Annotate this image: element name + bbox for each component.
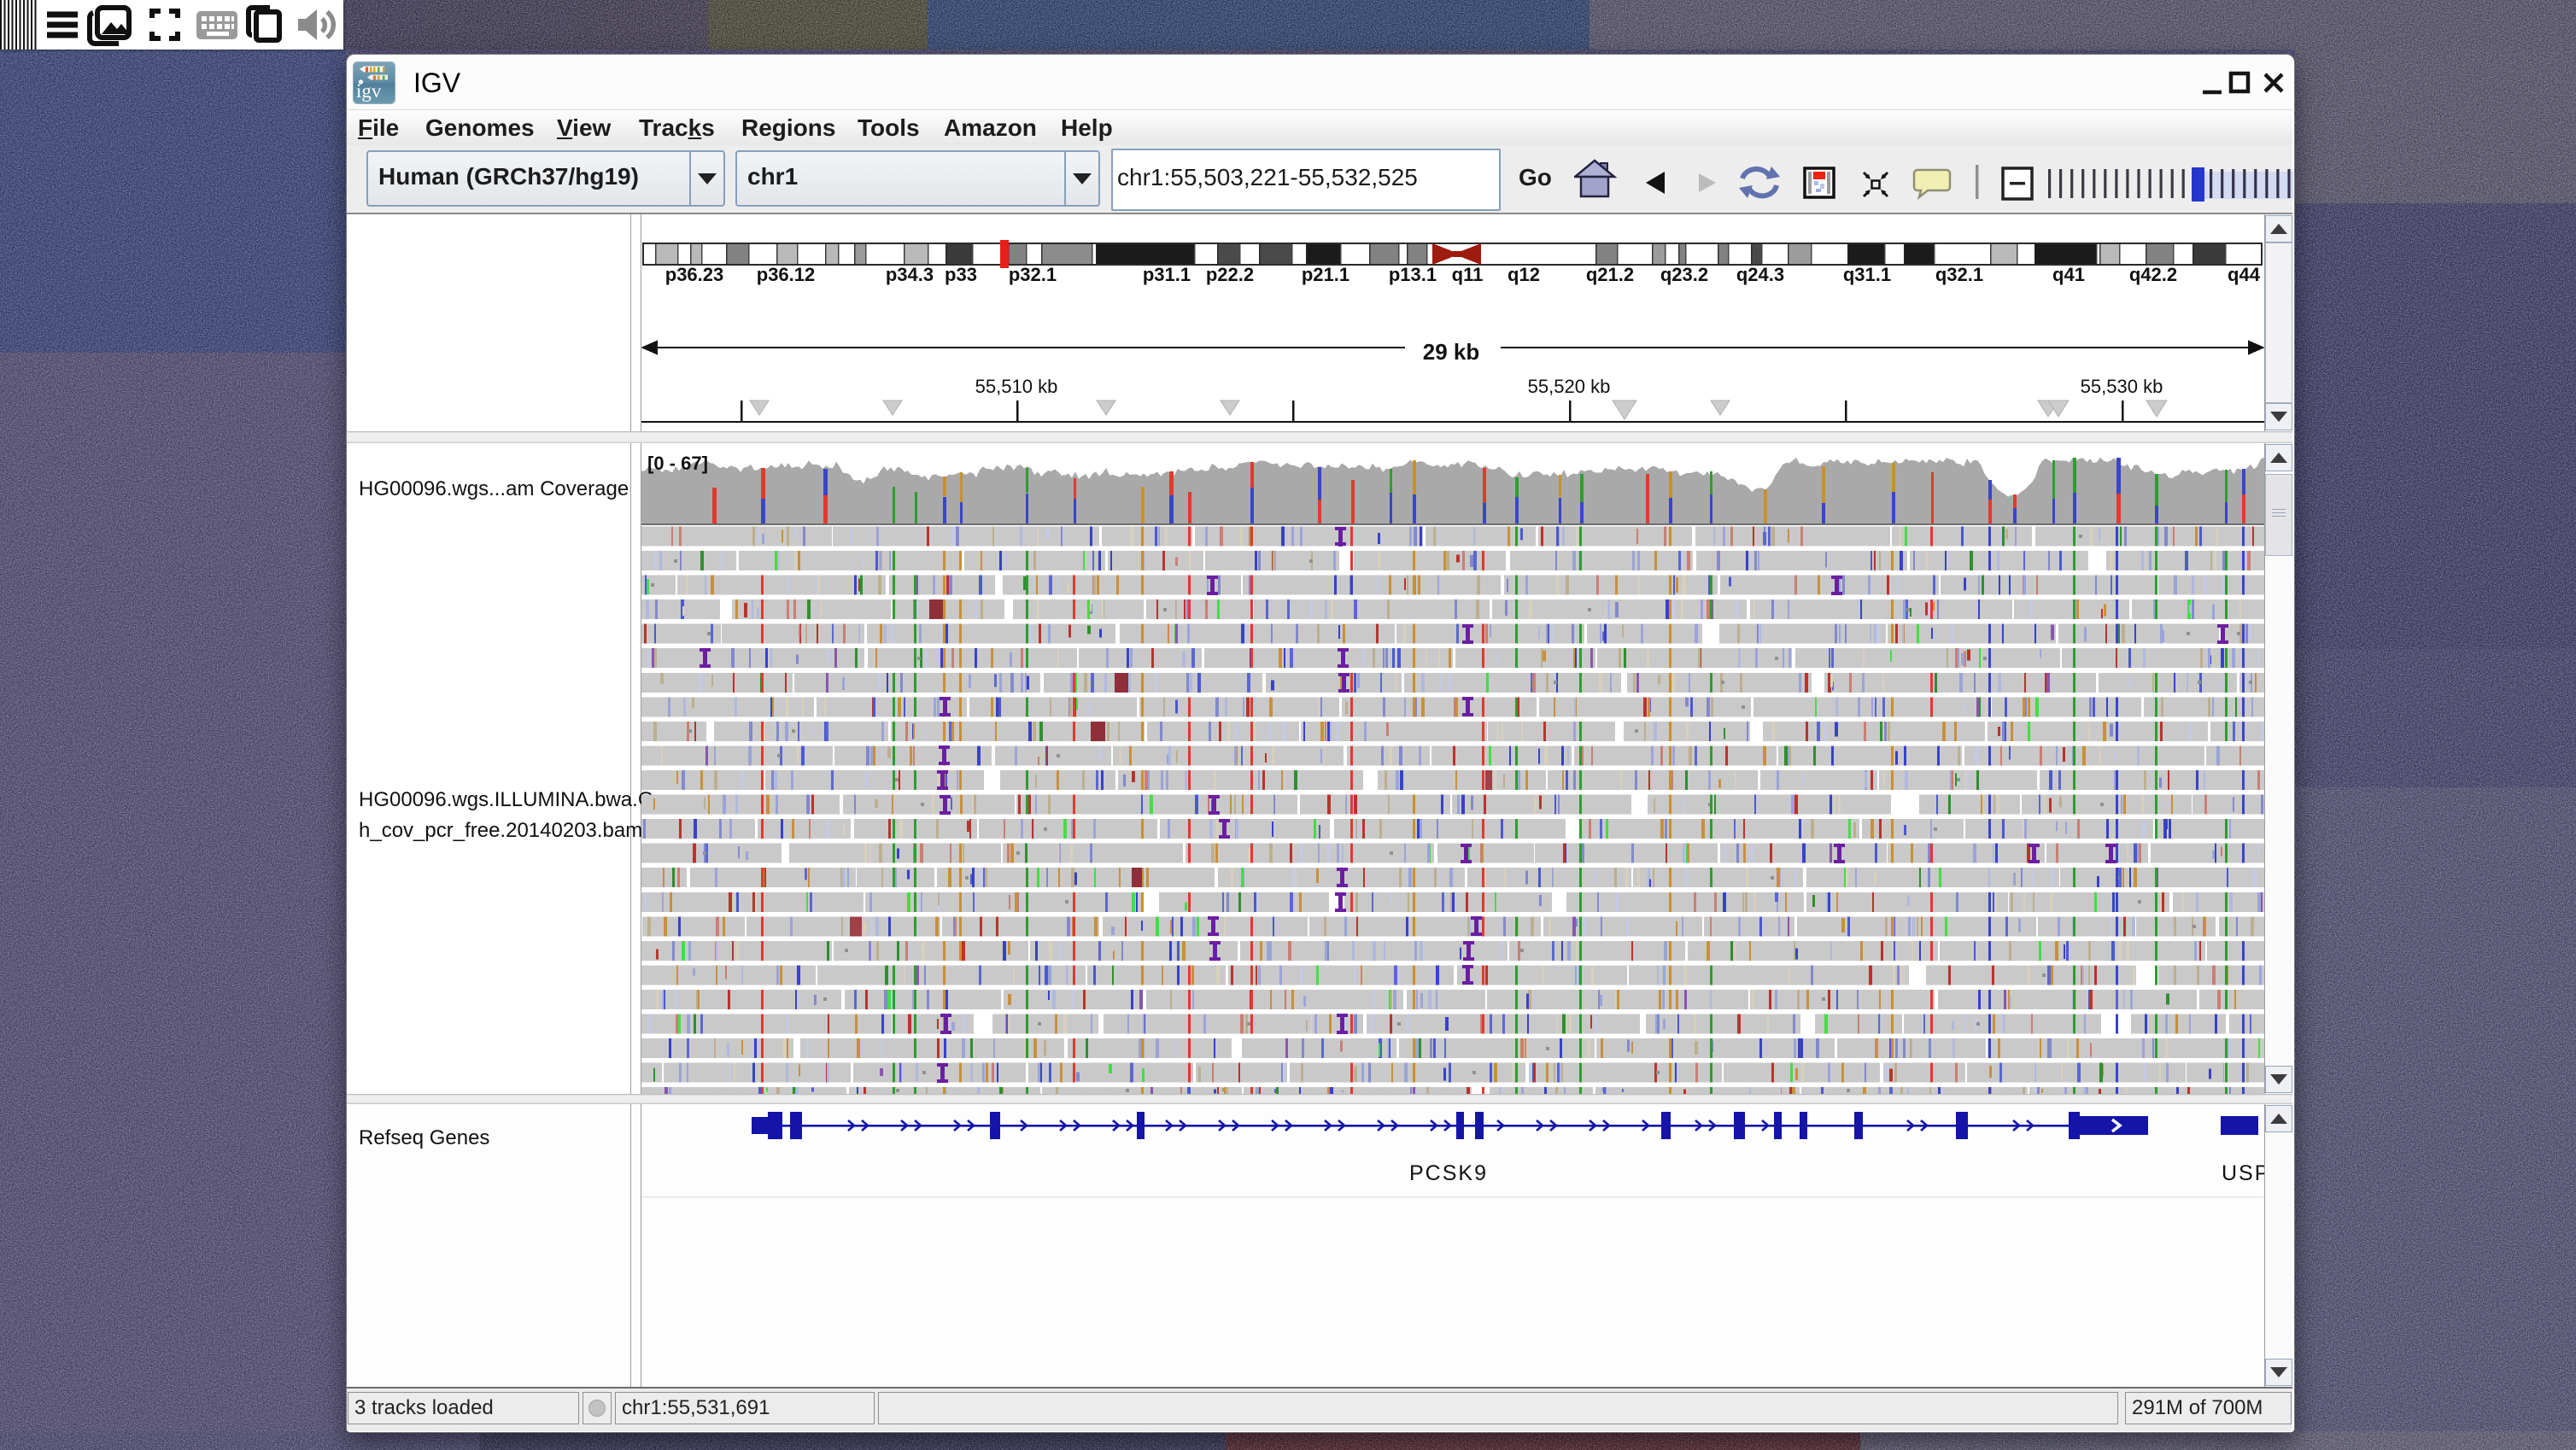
svg-text:q21.2: q21.2 xyxy=(1586,264,1634,285)
svg-text:q24.3: q24.3 xyxy=(1736,264,1784,285)
svg-text:q31.1: q31.1 xyxy=(1843,264,1891,285)
svg-text:p36.23: p36.23 xyxy=(665,264,724,285)
svg-text:q41: q41 xyxy=(2052,264,2085,285)
svg-text:55,510 kb: 55,510 kb xyxy=(975,376,1058,397)
svg-text:igv: igv xyxy=(356,80,382,102)
svg-text:29 kb: 29 kb xyxy=(1423,339,1480,365)
svg-text:p34.3: p34.3 xyxy=(886,264,934,285)
svg-text:q44: q44 xyxy=(2228,264,2261,285)
svg-text:55,520 kb: 55,520 kb xyxy=(1528,376,1611,397)
svg-text:55,530 kb: 55,530 kb xyxy=(2081,376,2163,397)
svg-text:USP24: USP24 xyxy=(2222,1161,2269,1185)
svg-text:p31.1: p31.1 xyxy=(1143,264,1191,285)
svg-text:q32.1: q32.1 xyxy=(1935,264,1983,285)
svg-text:p13.1: p13.1 xyxy=(1389,264,1437,285)
svg-text:p36.12: p36.12 xyxy=(757,264,816,285)
svg-text:p22.2: p22.2 xyxy=(1206,264,1254,285)
svg-text:q42.2: q42.2 xyxy=(2129,264,2177,285)
svg-text:p21.1: p21.1 xyxy=(1302,264,1349,285)
svg-text:[0 - 67]: [0 - 67] xyxy=(647,453,708,474)
svg-text:PCSK9: PCSK9 xyxy=(1409,1161,1488,1185)
svg-text:q12: q12 xyxy=(1508,264,1540,285)
svg-text:q23.2: q23.2 xyxy=(1660,264,1708,285)
svg-text:q11: q11 xyxy=(1452,264,1484,285)
svg-text:p33: p33 xyxy=(945,264,977,285)
svg-text:p32.1: p32.1 xyxy=(1009,264,1057,285)
